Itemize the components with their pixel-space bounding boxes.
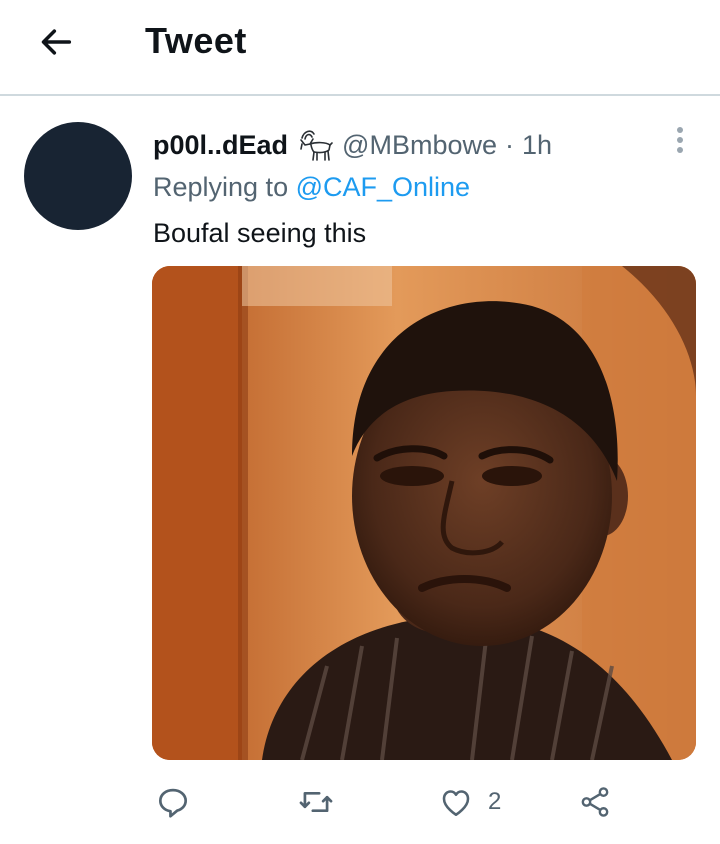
- timestamp: 1h: [522, 129, 553, 160]
- more-dot-icon: [677, 147, 683, 153]
- handle[interactable]: @MBmbowe: [342, 130, 497, 161]
- back-button[interactable]: [30, 18, 82, 66]
- replying-to-label: Replying to: [153, 172, 296, 202]
- share-button[interactable]: [578, 782, 612, 822]
- top-app-bar: Tweet: [0, 0, 720, 96]
- retweet-button[interactable]: [296, 782, 336, 822]
- reply-to-link[interactable]: @CAF_Online: [296, 172, 470, 202]
- more-options-button[interactable]: [664, 122, 696, 158]
- separator-dot: ·: [505, 129, 514, 160]
- share-icon: [581, 787, 609, 817]
- more-dot-icon: [677, 137, 683, 143]
- replying-to-line: Replying to @CAF_Online: [153, 172, 470, 203]
- heart-icon: [442, 790, 470, 817]
- retweet-icon: [299, 791, 333, 813]
- reply-icon: [158, 788, 188, 818]
- tweet-media-image[interactable]: [152, 266, 696, 760]
- tweet-author-row: p00l..dEad @MBmbowe · 1h: [153, 128, 552, 162]
- like-button[interactable]: 2: [438, 782, 501, 822]
- avatar[interactable]: [24, 122, 132, 230]
- tweet-text: Boufal seeing this: [153, 218, 367, 248]
- tweet-actions-bar: 2: [0, 776, 720, 826]
- goat-icon: [296, 128, 336, 162]
- like-count: 2: [488, 788, 502, 815]
- arrow-left-icon: [41, 29, 72, 55]
- display-name[interactable]: p00l..dEad: [153, 130, 288, 161]
- page-title: Tweet: [145, 20, 247, 61]
- more-dot-icon: [677, 127, 683, 133]
- reply-button[interactable]: [154, 782, 192, 822]
